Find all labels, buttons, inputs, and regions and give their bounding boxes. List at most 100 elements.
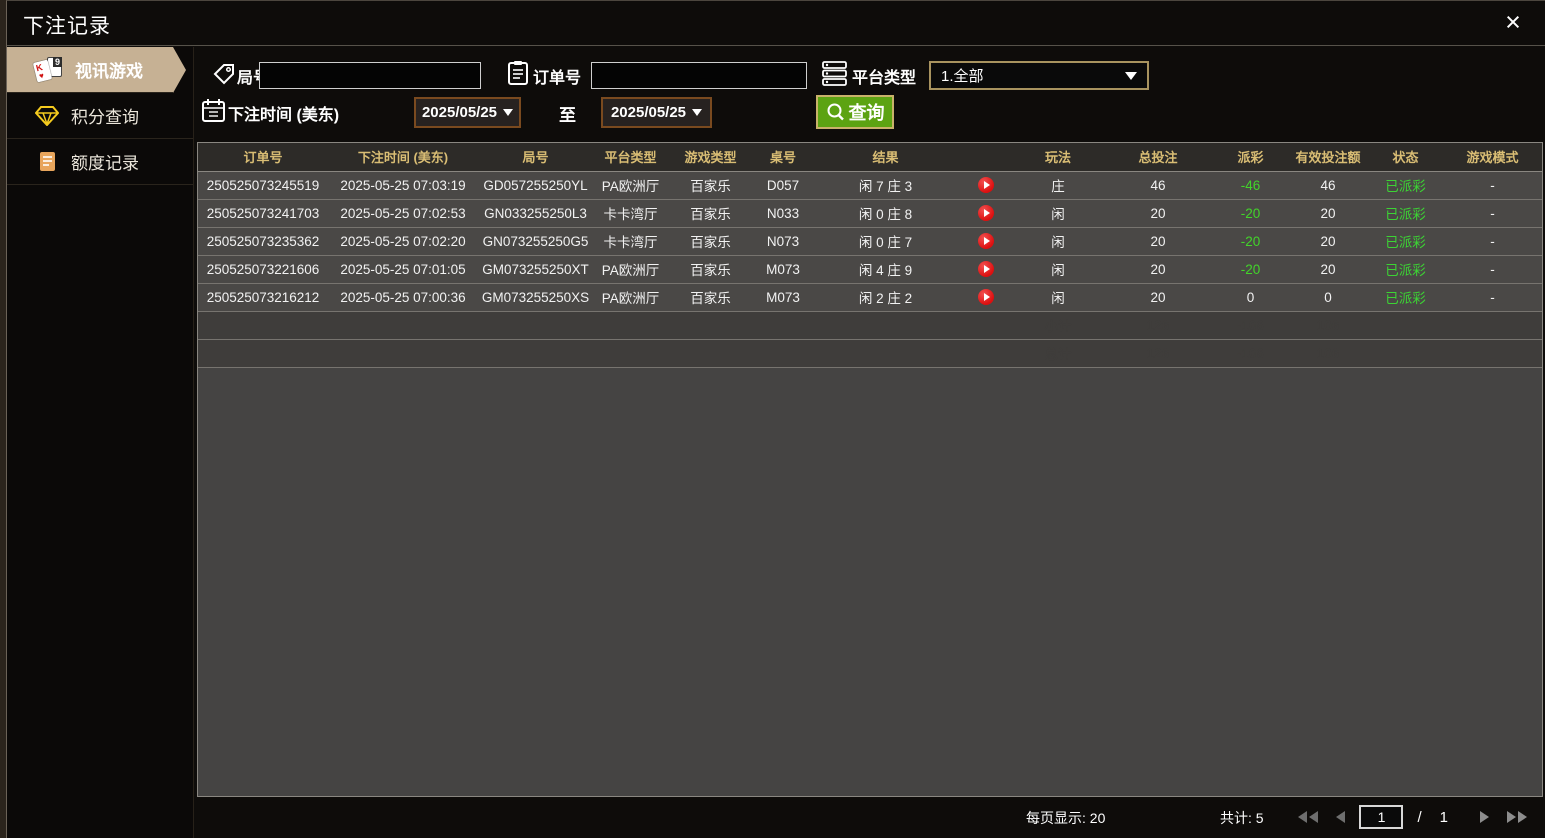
play-video-icon[interactable]	[977, 289, 994, 306]
cell-play: 闲	[1013, 227, 1103, 256]
cell-valid: 0	[1288, 283, 1368, 312]
clipboard-icon	[507, 60, 529, 91]
cell-game: 百家乐	[668, 171, 753, 200]
sidebar-item-quota-records[interactable]: 额度记录	[7, 139, 193, 185]
grand-total-row: 总计 126 -106 106	[198, 339, 1542, 368]
sidebar-item-points-query[interactable]: 积分查询	[7, 93, 193, 139]
cell-time: 2025-05-25 07:02:53	[328, 199, 478, 228]
sidebar-item-label: 视讯游戏	[75, 62, 143, 81]
cell-empty	[478, 311, 593, 340]
cell-play: 小计	[1013, 311, 1103, 340]
page-separator: /	[1417, 808, 1422, 826]
cell-empty	[328, 311, 478, 340]
cell-empty	[328, 339, 478, 368]
cell-empty	[1368, 311, 1443, 340]
cell-mode: -	[1443, 199, 1542, 228]
play-video-icon[interactable]	[977, 205, 994, 222]
chevron-down-icon	[692, 109, 703, 116]
table-row: 250525073241703 2025-05-25 07:02:53 GN0332…	[198, 199, 1542, 228]
date-to-picker[interactable]: 2025/05/25	[601, 97, 712, 128]
cell-valid: 20	[1288, 199, 1368, 228]
column-header-9: 总投注	[1103, 143, 1213, 172]
cell-time: 2025-05-25 07:00:36	[328, 283, 478, 312]
column-header-6: 结果	[813, 143, 958, 172]
cell-empty	[668, 339, 753, 368]
date-from-picker[interactable]: 2025/05/25	[414, 97, 521, 128]
page-number-input[interactable]	[1359, 805, 1404, 829]
cell-status: 已派彩	[1368, 171, 1443, 200]
cell-total: 20	[1103, 255, 1213, 284]
cell-status: 已派彩	[1368, 255, 1443, 284]
next-page-button[interactable]	[1476, 807, 1493, 827]
cell-valid: 46	[1288, 171, 1368, 200]
cell-valid: 106	[1288, 311, 1368, 340]
play-video-icon[interactable]	[977, 261, 994, 278]
server-icon	[822, 60, 847, 92]
cell-round: GM073255250XT	[478, 255, 593, 284]
column-header-1: 下注时间 (美东)	[328, 143, 478, 172]
query-button[interactable]: 查询	[816, 95, 894, 129]
platform-type-select[interactable]: 1.全部	[929, 61, 1149, 90]
cell-time: 2025-05-25 07:02:20	[328, 227, 478, 256]
cell-play: 闲	[1013, 283, 1103, 312]
cell-round: GN073255250G5	[478, 227, 593, 256]
table-row: 250525073245519 2025-05-25 07:03:19 GD0572…	[198, 171, 1542, 200]
total-pages: 1	[1439, 808, 1448, 826]
column-header-13: 游戏模式	[1443, 143, 1542, 172]
cell-table_no: D057	[753, 171, 813, 200]
chevron-down-icon	[1125, 71, 1137, 80]
cell-status: 已派彩	[1368, 283, 1443, 312]
cell-total: 20	[1103, 283, 1213, 312]
cell-play: 闲	[1013, 255, 1103, 284]
play-video-icon[interactable]	[977, 233, 994, 250]
last-page-button[interactable]	[1503, 807, 1531, 827]
column-header-3: 平台类型	[593, 143, 668, 172]
column-header-12: 状态	[1368, 143, 1443, 172]
cell-platform: 卡卡湾厅	[593, 199, 668, 228]
cell-round: GM073255250XS	[478, 283, 593, 312]
date-from-value: 2025/05/25	[421, 104, 498, 121]
sidebar-item-video-games[interactable]: 9 K ♥ 视讯游戏	[7, 47, 173, 93]
cell-result: 闲 4 庄 9	[813, 255, 958, 284]
total-count-label: 共计: 5	[1220, 810, 1264, 826]
cell-icon	[958, 199, 1013, 228]
cell-total: 126	[1103, 339, 1213, 368]
table-row: 250525073221606 2025-05-25 07:01:05 GM0732…	[198, 255, 1542, 284]
previous-page-button[interactable]	[1332, 807, 1349, 827]
table-row: 250525073235362 2025-05-25 07:02:20 GN0732…	[198, 227, 1542, 256]
cell-status: 已派彩	[1368, 199, 1443, 228]
column-header-10: 派彩	[1213, 143, 1288, 172]
cell-order: 250525073235362	[198, 227, 328, 256]
round-number-input[interactable]	[259, 62, 481, 89]
column-header-11: 有效投注额	[1288, 143, 1368, 172]
cell-time: 2025-05-25 07:01:05	[328, 255, 478, 284]
tag-icon	[212, 62, 236, 91]
cell-icon	[958, 283, 1013, 312]
order-number-label: 订单号	[533, 70, 582, 87]
play-video-icon[interactable]	[977, 177, 994, 194]
cell-table_no: N033	[753, 199, 813, 228]
first-page-button[interactable]	[1294, 807, 1322, 827]
platform-type-label: 平台类型	[852, 70, 917, 87]
cell-table_no: N073	[753, 227, 813, 256]
cell-empty	[198, 311, 328, 340]
order-number-input[interactable]	[591, 62, 807, 89]
cell-empty	[753, 311, 813, 340]
cell-empty	[813, 311, 958, 340]
column-header-5: 桌号	[753, 143, 813, 172]
cell-order: 250525073221606	[198, 255, 328, 284]
cell-empty	[958, 339, 1013, 368]
cell-game: 百家乐	[668, 199, 753, 228]
pagination: / 1	[1294, 805, 1531, 829]
cell-payout: -46	[1213, 171, 1288, 200]
date-to-label: 至	[559, 106, 576, 125]
cell-icon	[958, 227, 1013, 256]
cell-platform: PA欧洲厅	[593, 255, 668, 284]
table-header-row: 订单号 下注时间 (美东) 局号 平台类型 游戏类型 桌号 结果 玩法 总投注 派彩 有效投注额 状态…	[198, 143, 1542, 172]
cell-total: 46	[1103, 171, 1213, 200]
cell-empty	[198, 339, 328, 368]
platform-type-value: 1.全部	[941, 68, 984, 85]
close-icon[interactable]: ×	[1497, 7, 1529, 39]
cell-result: 闲 0 庄 7	[813, 227, 958, 256]
cell-icon	[958, 171, 1013, 200]
